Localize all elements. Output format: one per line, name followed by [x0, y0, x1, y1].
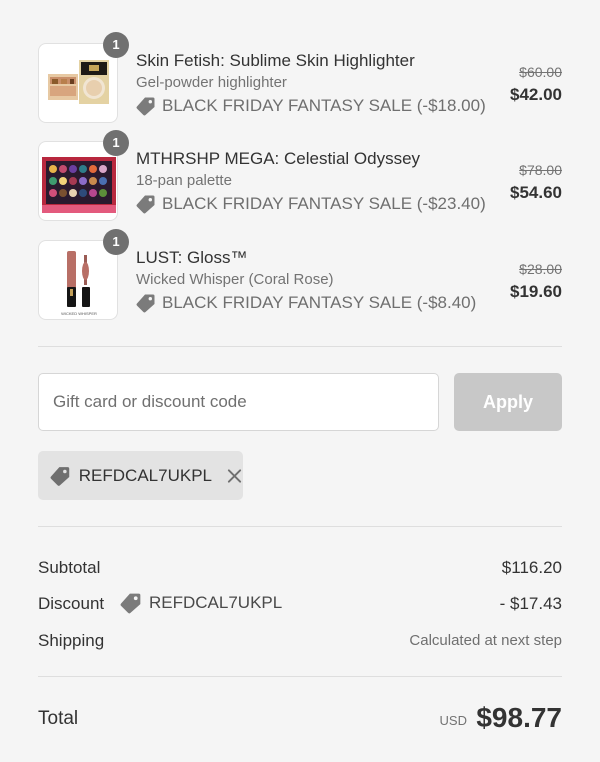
subtotal-value: $116.20 — [501, 558, 562, 577]
discount-tag-icon — [120, 593, 141, 614]
line-item: WICKED WHISPER 1 LUST: Gloss™ Wicked Whi… — [38, 229, 562, 322]
discount-value: - $17.43 — [499, 594, 562, 613]
apply-button[interactable]: Apply — [454, 373, 562, 431]
discount-tag-icon — [136, 195, 155, 214]
total-label: Total — [38, 708, 79, 729]
item-name: LUST: Gloss™ — [136, 248, 248, 267]
currency-code: USD — [439, 713, 467, 728]
sale-price: $19.60 — [510, 282, 562, 301]
thumbnail-caption: WICKED WHISPER — [61, 311, 97, 316]
item-discount: BLACK FRIDAY FANTASY SALE (-$8.40) — [136, 293, 476, 313]
divider — [38, 346, 562, 347]
total-value: $98.77 — [476, 702, 562, 733]
discount-tag-icon — [136, 294, 155, 313]
item-discount-label: BLACK FRIDAY FANTASY SALE (-$18.00) — [162, 96, 486, 115]
applied-code-label: REFDCAL7UKPL — [78, 465, 212, 485]
discount-tag-icon — [136, 97, 155, 116]
applied-discount-chip: REFDCAL7UKPL — [38, 451, 243, 500]
product-thumbnail: 1 — [38, 130, 129, 221]
discount-code-input[interactable] — [38, 373, 439, 431]
item-variant: Wicked Whisper (Coral Rose) — [136, 271, 334, 288]
item-discount-label: BLACK FRIDAY FANTASY SALE (-$23.40) — [162, 194, 486, 213]
shipping-label: Shipping — [38, 631, 105, 650]
item-variant: Gel-powder highlighter — [136, 74, 287, 91]
eyeshadow-palette-image — [42, 157, 116, 213]
close-icon[interactable] — [226, 467, 243, 485]
item-discount: BLACK FRIDAY FANTASY SALE (-$18.00) — [136, 96, 486, 116]
divider — [38, 676, 562, 677]
discount-code: REFDCAL7UKPL — [120, 592, 282, 614]
quantity-badge: 1 — [103, 229, 129, 255]
divider — [38, 526, 562, 527]
item-name: MTHRSHP MEGA: Celestial Odyssey — [136, 149, 421, 168]
discount-code-label: REFDCAL7UKPL — [149, 593, 283, 612]
lip-gloss-image: WICKED WHISPER — [61, 251, 97, 316]
line-item: 1 Skin Fetish: Sublime Skin Highlighter … — [38, 32, 562, 125]
original-price: $60.00 — [519, 64, 562, 80]
item-discount-label: BLACK FRIDAY FANTASY SALE (-$8.40) — [162, 293, 477, 312]
sale-price: $54.60 — [510, 183, 562, 202]
quantity-badge: 1 — [103, 130, 129, 156]
item-discount: BLACK FRIDAY FANTASY SALE (-$23.40) — [136, 194, 486, 214]
product-thumbnail: 1 — [38, 32, 129, 123]
product-thumbnail: WICKED WHISPER 1 — [38, 229, 129, 320]
quantity-badge: 1 — [103, 32, 129, 58]
original-price: $28.00 — [519, 261, 562, 277]
discount-tag-icon — [50, 466, 70, 486]
sale-price: $42.00 — [510, 85, 562, 104]
item-variant: 18-pan palette — [136, 172, 232, 189]
original-price: $78.00 — [519, 162, 562, 178]
discount-label: Discount — [38, 594, 105, 613]
highlighter-image — [48, 60, 109, 104]
shipping-value: Calculated at next step — [409, 632, 562, 649]
item-name: Skin Fetish: Sublime Skin Highlighter — [136, 51, 415, 70]
subtotal-label: Subtotal — [38, 558, 101, 577]
line-item: 1 MTHRSHP MEGA: Celestial Odyssey 18-pan… — [38, 130, 562, 223]
